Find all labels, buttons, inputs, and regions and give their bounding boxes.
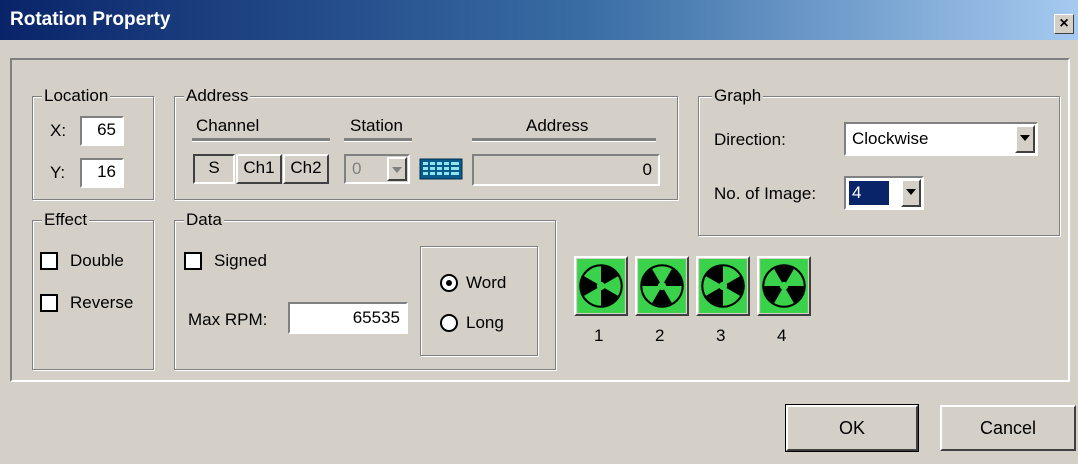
station-header: Station — [350, 116, 403, 135]
double-checkbox[interactable] — [40, 252, 58, 270]
fan-image-1[interactable] — [574, 256, 628, 316]
data-legend: Data — [184, 210, 224, 230]
effect-legend: Effect — [42, 210, 90, 230]
x-label: X: — [50, 121, 67, 140]
content-panel: Location X: 65 Y: 16 Address Channel Sta… — [10, 58, 1070, 382]
dialog-window: Rotation Property × Location X: 65 Y: 16… — [0, 0, 1078, 464]
address-legend: Address — [184, 86, 251, 106]
address-header: Address — [526, 116, 589, 135]
channel-header: Channel — [196, 116, 260, 135]
direction-select[interactable]: Clockwise — [844, 122, 1038, 156]
cancel-button[interactable]: Cancel — [940, 405, 1076, 451]
fan-image-label: 4 — [777, 326, 787, 345]
fan-icon — [760, 259, 808, 313]
word-size-group — [420, 246, 538, 356]
word-label: Word — [466, 273, 507, 292]
word-radio[interactable] — [440, 274, 458, 292]
channel-ch2-button[interactable]: Ch2 — [283, 154, 329, 184]
fan-icon — [699, 259, 747, 313]
fan-image-2[interactable] — [635, 256, 689, 316]
y-input[interactable]: 16 — [80, 158, 124, 188]
channel-ch1-button[interactable]: Ch1 — [236, 154, 282, 184]
no-of-image-label: No. of Image: — [714, 184, 817, 203]
fan-icon — [577, 259, 625, 313]
reverse-label: Reverse — [70, 293, 134, 312]
station-value: 0 — [352, 159, 362, 178]
no-of-image-dropdown-icon[interactable] — [901, 179, 921, 207]
graph-legend: Graph — [712, 86, 764, 106]
ok-button[interactable]: OK — [785, 404, 919, 452]
fan-icon — [638, 259, 686, 313]
max-rpm-input[interactable]: 65535 — [288, 302, 408, 334]
station-dropdown-icon[interactable] — [387, 157, 407, 181]
no-of-image-select[interactable]: 4 — [844, 176, 924, 210]
fan-image-label: 3 — [716, 326, 726, 345]
channel-divider — [192, 138, 330, 142]
window-title: Rotation Property — [10, 9, 171, 30]
station-divider — [344, 138, 412, 142]
long-radio[interactable] — [440, 314, 458, 332]
direction-value: Clockwise — [852, 129, 929, 148]
title-bar[interactable]: Rotation Property — [0, 0, 1078, 40]
double-label: Double — [70, 251, 124, 270]
no-of-image-value: 4 — [849, 181, 889, 205]
graph-group — [698, 96, 1060, 236]
signed-checkbox[interactable] — [184, 252, 202, 270]
word-radio-dot — [446, 280, 452, 286]
fan-image-label: 1 — [594, 326, 604, 345]
address-input[interactable]: 0 — [472, 154, 660, 186]
address-divider — [472, 138, 656, 142]
long-label: Long — [466, 313, 504, 332]
y-label: Y: — [50, 163, 66, 182]
keypad-icon[interactable] — [419, 156, 463, 182]
direction-dropdown-icon[interactable] — [1015, 125, 1035, 153]
fan-image-3[interactable] — [696, 256, 750, 316]
close-icon: × — [1059, 15, 1069, 32]
direction-label: Direction: — [714, 130, 786, 149]
station-select[interactable]: 0 — [344, 154, 410, 184]
channel-s-button[interactable]: S — [193, 154, 235, 184]
fan-image-4[interactable] — [757, 256, 811, 316]
fan-image-label: 2 — [655, 326, 665, 345]
signed-label: Signed — [214, 251, 267, 270]
reverse-checkbox[interactable] — [40, 294, 58, 312]
max-rpm-label: Max RPM: — [188, 310, 268, 329]
close-button[interactable]: × — [1054, 14, 1074, 34]
x-input[interactable]: 65 — [80, 116, 124, 146]
location-legend: Location — [42, 86, 111, 106]
